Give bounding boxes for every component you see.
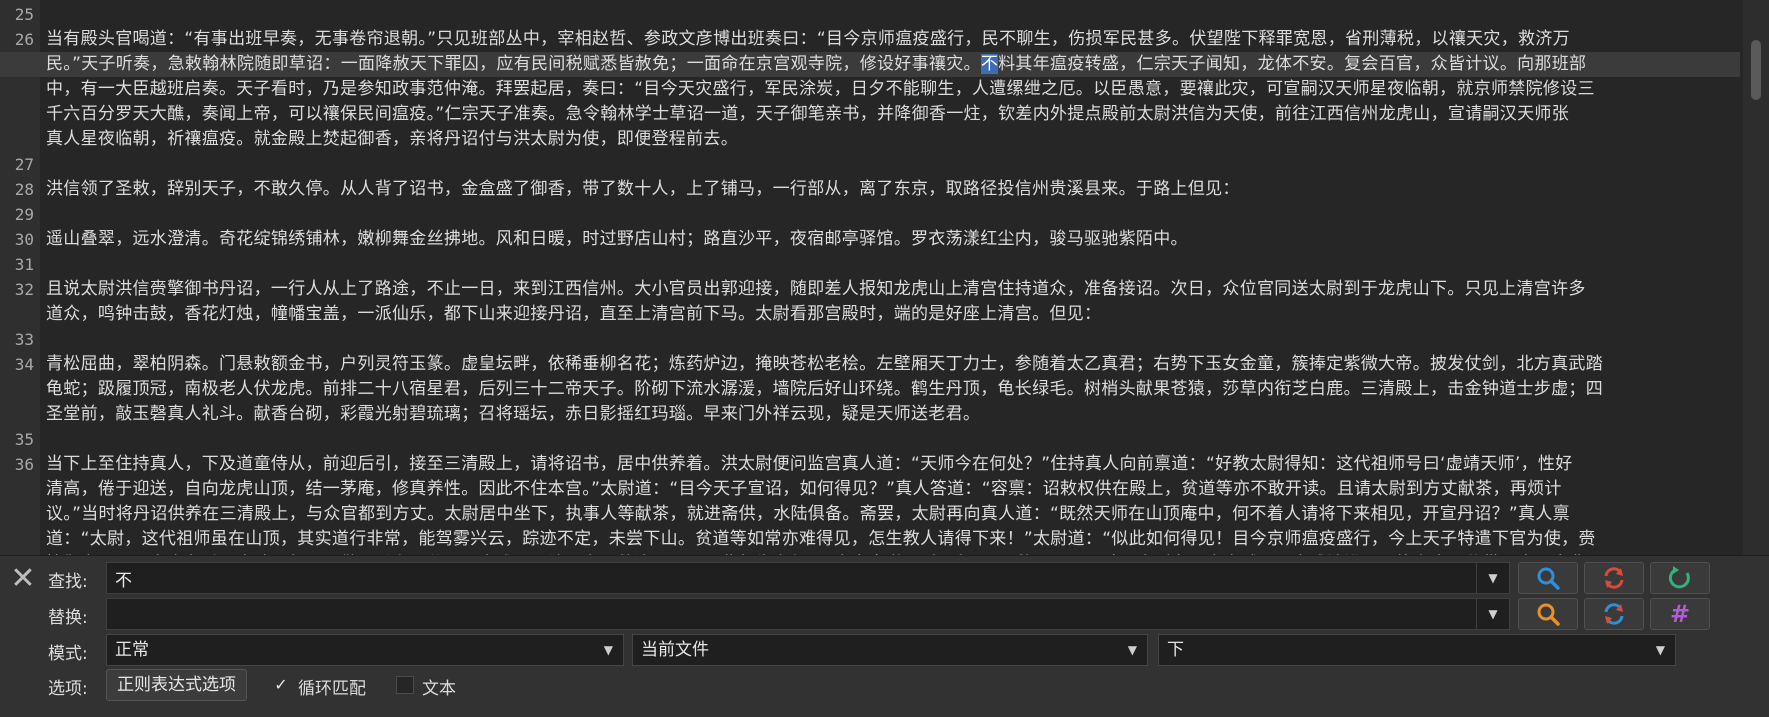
editor-line[interactable]: 中，有一大臣越班启奏。天子看时，乃是参知政事范仲淹。拜罢起居，奏曰：“目今天灾盛… xyxy=(0,77,1740,102)
scope-chevron-down-icon: ▼ xyxy=(1127,643,1137,657)
line-number: 27 xyxy=(14,155,34,174)
replace-search-icon[interactable] xyxy=(1518,598,1578,630)
mode-value: 正常 xyxy=(115,640,149,660)
find-history-chevron-down-icon[interactable]: ▼ xyxy=(1476,563,1509,593)
find-previous-refresh-icon[interactable] xyxy=(1584,562,1644,594)
editor-line[interactable]: 30 遥山叠翠，远水澄清。奇花绽锦绣铺林，嫩柳舞金丝拂地。风和日暖，时过野店山村；… xyxy=(0,227,1740,252)
scope-select[interactable]: 当前文件 ▼ xyxy=(632,634,1148,666)
options-label: 选项: xyxy=(48,679,88,699)
mode-label: 模式: xyxy=(48,644,88,664)
editor-line[interactable]: 真人星夜临朝，祈禳瘟疫。就金殿上焚起御香，亲将丹诏付与洪太尉为使，即便登程前去。 xyxy=(0,127,1740,152)
replace-input[interactable] xyxy=(107,599,1483,629)
text-editor[interactable]: 25 26 当有殿头官喝道：“有事出班早奏，无事卷帘退朝。”只见班部丛中，宰相赵哲、… xyxy=(0,0,1769,555)
scope-value: 当前文件 xyxy=(641,640,709,660)
editor-line[interactable]: 29 xyxy=(0,202,1740,227)
replace-history-chevron-down-icon[interactable]: ▼ xyxy=(1476,599,1509,629)
line-text: 道：“太尉，这代祖师虽在山顶，其实道行非常，能驾雾兴云，踪迹不定，未尝下山。贫道… xyxy=(46,529,1596,549)
wrap-label: 循环匹配 xyxy=(298,679,366,699)
editor-line[interactable]: 27 xyxy=(0,152,1740,177)
editor-line[interactable]: 31 xyxy=(0,252,1740,277)
editor-line[interactable]: 千六百分罗天大醮，奏闻上帝，可以禳保民间瘟疫。”仁宗天子准奏。急令翰林学士草诏一… xyxy=(0,102,1740,127)
line-text: 道众，鸣钟击鼓，香花灯烛，幢幡宝盖，一派仙乐，都下山来迎接丹诏，直至上清宫前下马… xyxy=(46,304,1102,324)
line-number: 26 xyxy=(14,30,34,49)
editor-line[interactable]: 清高，倦于迎送，自向龙虎山顶，结一茅庵，修真养性。因此不住本宫。”太尉道：“目今… xyxy=(0,477,1740,502)
close-icon[interactable]: ✕ xyxy=(8,564,38,594)
editor-line[interactable]: 道众，鸣钟击鼓，香花灯烛，幢幡宝盖，一派仙乐，都下山来迎接丹诏，直至上清宫前下马… xyxy=(0,302,1740,327)
editor-line[interactable]: 龟蛇；趿履顶冠，南极老人伏龙虎。前排二十八宿星君，后列三十二帝天子。阶砌下流水潺… xyxy=(0,377,1740,402)
editor-line[interactable]: 议。”当时将丹诏供养在三清殿上，与众官都到方丈。太尉居中坐下，执事人等献茶，就进… xyxy=(0,502,1740,527)
scrollbar-thumb[interactable] xyxy=(1751,40,1761,100)
line-number: 29 xyxy=(14,205,34,224)
regex-options-button[interactable]: 正则表达式选项 xyxy=(106,669,247,701)
search-match-highlight: 不 xyxy=(980,54,999,74)
vertical-scrollbar[interactable] xyxy=(1743,0,1769,555)
line-text-after-selection: 料其年瘟疫转盛，仁宗天子闻知，龙体不安。复会百官，众皆计议。向那班部 xyxy=(998,54,1587,74)
line-text: 清高，倦于迎送，自向龙虎山顶，结一茅庵，修真养性。因此不住本宫。”太尉道：“目今… xyxy=(46,479,1562,499)
wrap-checkbox[interactable]: ✓ xyxy=(272,676,290,694)
line-number: 34 xyxy=(14,355,34,374)
find-input[interactable] xyxy=(107,563,1483,593)
line-text: 当有殿头官喝道：“有事出班早奏，无事卷帘退朝。”只见班部丛中，宰相赵哲、参政文彦… xyxy=(46,29,1570,49)
line-text: 真人星夜临朝，祈禳瘟疫。就金殿上焚起御香，亲将丹诏付与洪太尉为使，即便登程前去。 xyxy=(46,129,738,149)
line-text: 龟蛇；趿履顶冠，南极老人伏龙虎。前排二十八宿星君，后列三十二帝天子。阶砌下流水潺… xyxy=(46,379,1603,399)
line-number: 31 xyxy=(14,255,34,274)
line-text: 议。”当时将丹诏供养在三清殿上，与众官都到方丈。太尉居中坐下，执事人等献茶，就进… xyxy=(46,504,1570,524)
mode-chevron-down-icon: ▼ xyxy=(603,643,613,657)
replace-field[interactable]: ▼ xyxy=(106,598,1510,630)
line-text: 民。”天子听奏，急敕翰林院随即草诏：一面降赦天下罪囚，应有民间税赋悉皆赦免；一面… xyxy=(46,52,1736,77)
find-replace-panel: ✕ 查找: ▼ 替换: ▼ # 模式: 正常 ▼ 当前文件 ▼ 下 ▼ 选项: … xyxy=(0,555,1769,717)
find-search-icon[interactable] xyxy=(1518,562,1578,594)
editor-line[interactable]: 33 xyxy=(0,327,1740,352)
editor-line[interactable]: 28 洪信领了圣敕，辞别天子，不敢久停。从人背了诏书，金盒盛了御香，带了数十人，上… xyxy=(0,177,1740,202)
find-field[interactable]: ▼ xyxy=(106,562,1510,594)
find-next-refresh-icon[interactable] xyxy=(1650,562,1710,594)
line-text: 千六百分罗天大醮，奏闻上帝，可以禳保民间瘟疫。”仁宗天子准奏。急令翰林学士草诏一… xyxy=(46,104,1570,124)
editor-line[interactable]: 道：“太尉，这代祖师虽在山顶，其实道行非常，能驾雾兴云，踪迹不定，未尝下山。贫道… xyxy=(0,527,1740,552)
direction-select[interactable]: 下 ▼ xyxy=(1158,634,1676,666)
direction-value: 下 xyxy=(1167,640,1184,660)
line-number: 28 xyxy=(14,180,34,199)
line-text: 遥山叠翠，远水澄清。奇花绽锦绣铺林，嫩柳舞金丝拂地。风和日暖，时过野店山村；路直… xyxy=(46,229,1188,249)
line-number: 25 xyxy=(14,5,34,24)
text-checkbox[interactable] xyxy=(396,676,414,694)
line-text: 青松屈曲，翠柏阴森。门悬敕额金书，户列灵符玉篆。虚皇坛畔，依稀垂柳名花；炼药炉边… xyxy=(46,354,1603,374)
line-text: 当下上至住持真人，下及道童侍从，前迎后引，接至三清殿上，请将诏书，居中供养着。洪… xyxy=(46,454,1573,474)
editor-line[interactable]: 民。”天子听奏，急敕翰林院随即草诏：一面降赦天下罪囚，应有民间税赋悉皆赦免；一面… xyxy=(0,52,1740,77)
direction-chevron-down-icon: ▼ xyxy=(1655,643,1665,657)
editor-line[interactable]: 35 xyxy=(0,427,1740,452)
replace-all-refresh-icon[interactable] xyxy=(1584,598,1644,630)
find-label: 查找: xyxy=(48,572,88,592)
editor-line[interactable]: 34 青松屈曲，翠柏阴森。门悬敕额金书，户列灵符玉篆。虚皇坛畔，依稀垂柳名花；炼药… xyxy=(0,352,1740,377)
hash-icon[interactable]: # xyxy=(1650,598,1710,630)
line-number: 33 xyxy=(14,330,34,349)
editor-line[interactable]: 36 当下上至住持真人，下及道童侍从，前迎后引，接至三清殿上，请将诏书，居中供养着… xyxy=(0,452,1740,477)
editor-line[interactable]: 圣堂前，敲玉磬真人礼斗。献香台砌，彩霞光射碧琉璃；召将瑶坛，赤日影摇红玛瑙。早来… xyxy=(0,402,1740,427)
line-text: 洪信领了圣敕，辞别天子，不敢久停。从人背了诏书，金盒盛了御香，带了数十人，上了铺… xyxy=(46,179,1240,199)
line-text: 圣堂前，敲玉磬真人礼斗。献香台砌，彩霞光射碧琉璃；召将瑶坛，赤日影摇红玛瑙。早来… xyxy=(46,404,981,424)
mode-select[interactable]: 正常 ▼ xyxy=(106,634,624,666)
text-label: 文本 xyxy=(422,679,456,699)
editor-line[interactable]: 32 且说太尉洪信赍擎御书丹诏，一行人从上了路途，不止一日，来到江西信州。大小官员… xyxy=(0,277,1740,302)
line-text: 中，有一大臣越班启奏。天子看时，乃是参知政事范仲淹。拜罢起居，奏曰：“目今天灾盛… xyxy=(46,79,1595,99)
line-text: 且说太尉洪信赍擎御书丹诏，一行人从上了路途，不止一日，来到江西信州。大小官员出郭… xyxy=(46,279,1586,299)
line-number: 32 xyxy=(14,280,34,299)
line-text-before-selection: 民。”天子听奏，急敕翰林院随即草诏：一面降赦天下罪囚，应有民间税赋悉皆赦免；一面… xyxy=(46,54,981,74)
line-number: 30 xyxy=(14,230,34,249)
editor-line[interactable]: 25 xyxy=(0,2,1740,27)
replace-label: 替换: xyxy=(48,608,88,628)
line-number: 36 xyxy=(14,455,34,474)
line-number: 35 xyxy=(14,430,34,449)
editor-line[interactable]: 26 当有殿头官喝道：“有事出班早奏，无事卷帘退朝。”只见班部丛中，宰相赵哲、参政… xyxy=(0,27,1740,52)
